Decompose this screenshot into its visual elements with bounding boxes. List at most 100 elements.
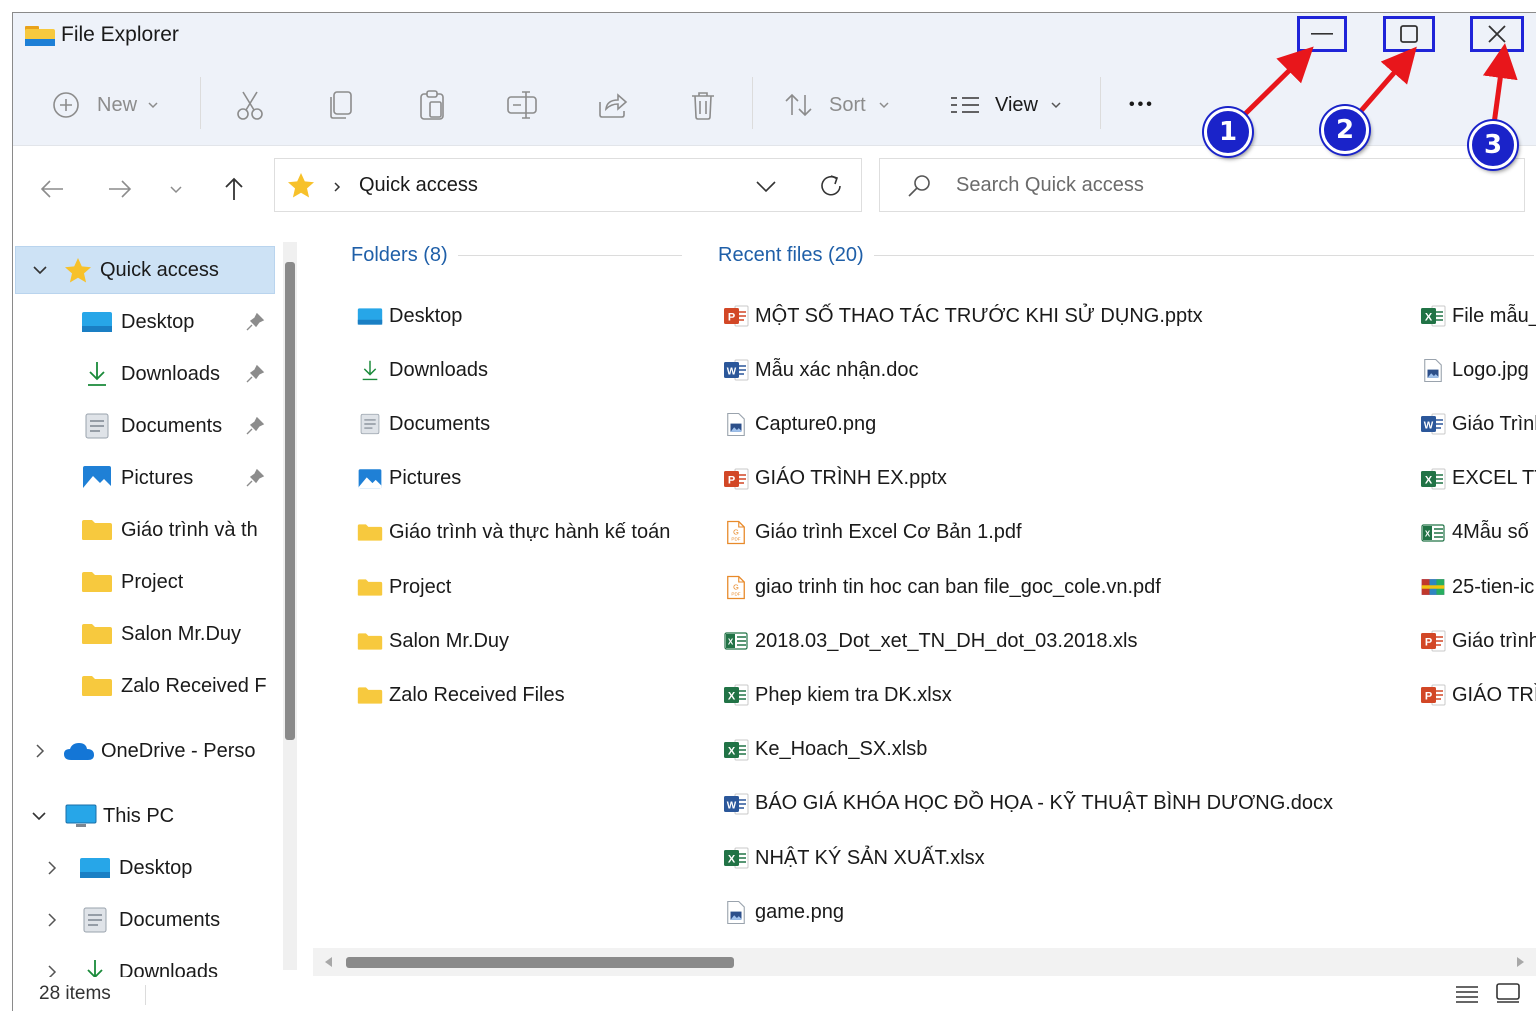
- horizontal-scrollbar-thumb[interactable]: [346, 957, 734, 968]
- recent-file-item[interactable]: W Giáo Trình: [1420, 404, 1536, 444]
- recent-file-item[interactable]: X Ke_Hoach_SX.xlsb: [723, 730, 927, 770]
- new-button[interactable]: New: [51, 87, 159, 123]
- pin-icon[interactable]: [245, 468, 265, 488]
- archive-icon: [1420, 575, 1446, 599]
- sidebar-item-folder[interactable]: Salon Mr.Duy: [81, 611, 273, 657]
- recent-file-item[interactable]: W BÁO GIÁ KHÓA HỌC ĐỒ HỌA - KỸ THUẬT BÌNH…: [723, 784, 1333, 824]
- sidebar-item-onedrive[interactable]: OneDrive - Perso: [15, 728, 273, 774]
- details-view-icon[interactable]: [1454, 984, 1480, 1004]
- forward-button[interactable]: [103, 172, 137, 206]
- up-button[interactable]: [217, 172, 251, 206]
- search-input[interactable]: Search Quick access: [956, 174, 1144, 197]
- paste-button[interactable]: [417, 87, 447, 123]
- excel-icon: X: [1420, 304, 1446, 328]
- file-explorer-icon: [25, 26, 55, 46]
- recent-file-item[interactable]: P MỘT SỐ THAO TÁC TRƯỚC KHI SỬ DỤNG.pptx: [723, 296, 1203, 336]
- folder-item[interactable]: Giáo trình và thực hành kế toán: [357, 513, 670, 553]
- recent-file-item[interactable]: X 2018.03_Dot_xet_TN_DH_dot_03.2018.xls: [723, 621, 1137, 661]
- scroll-right-arrow-icon[interactable]: [1517, 957, 1525, 967]
- search-box[interactable]: Search Quick access: [879, 158, 1525, 212]
- cut-button[interactable]: [235, 87, 265, 123]
- recent-files-group-header[interactable]: Recent files (20): [718, 244, 1534, 267]
- sidebar-item-folder[interactable]: Project: [81, 559, 273, 605]
- recent-locations-button[interactable]: [159, 172, 193, 206]
- scroll-left-arrow-icon[interactable]: [325, 957, 333, 967]
- folder-item[interactable]: Pictures: [357, 459, 461, 499]
- sidebar-item-this-pc[interactable]: This PC: [15, 793, 273, 839]
- recent-file-item[interactable]: W Mẫu xác nhận.doc: [723, 350, 918, 390]
- delete-button[interactable]: [689, 87, 717, 123]
- back-button[interactable]: [35, 172, 69, 206]
- copy-button[interactable]: [327, 87, 355, 123]
- item-name: Downloads: [389, 358, 488, 381]
- recent-file-item[interactable]: P GIÁO TRÌ: [1420, 675, 1536, 715]
- recent-file-item[interactable]: 25-tien-ic: [1420, 567, 1534, 607]
- address-bar[interactable]: Quick access: [274, 158, 862, 212]
- recent-file-item[interactable]: Capture0.png: [723, 404, 876, 444]
- share-button[interactable]: [597, 87, 629, 123]
- recent-file-item[interactable]: X File mẫu_: [1420, 296, 1536, 336]
- item-name: GIÁO TRÌNH EX.pptx: [755, 467, 947, 490]
- recent-file-item[interactable]: X Phep kiem tra DK.xlsx: [723, 675, 952, 715]
- ppt-icon: P: [723, 304, 749, 328]
- pin-icon[interactable]: [245, 364, 265, 384]
- folders-group-header[interactable]: Folders (8): [351, 244, 682, 267]
- svg-text:G: G: [733, 582, 739, 591]
- recent-file-item[interactable]: G PDF Giáo trình Excel Cơ Bản 1.pdf: [723, 513, 1022, 553]
- folder-item[interactable]: Zalo Received Files: [357, 675, 565, 715]
- view-button[interactable]: View: [949, 87, 1062, 123]
- folder-item[interactable]: Documents: [357, 404, 490, 444]
- svg-text:W: W: [727, 367, 737, 378]
- folder-item[interactable]: Project: [357, 567, 451, 607]
- maximize-button[interactable]: [1383, 16, 1435, 52]
- recent-file-item[interactable]: P Giáo trình: [1420, 621, 1536, 661]
- folder-item[interactable]: Desktop: [357, 296, 462, 336]
- svg-text:X: X: [1425, 529, 1431, 538]
- sidebar-item-pc-downloads[interactable]: Downloads: [47, 949, 273, 977]
- refresh-icon[interactable]: [818, 173, 844, 199]
- content-horizontal-scrollbar[interactable]: [313, 948, 1536, 976]
- recent-file-item[interactable]: Logo.jpg: [1420, 350, 1529, 390]
- sidebar-item-quick-access[interactable]: Quick access: [15, 246, 275, 294]
- item-name: Capture0.png: [755, 412, 877, 435]
- folder-icon: [82, 624, 112, 644]
- chevron-down-icon: [148, 102, 158, 109]
- recent-file-item[interactable]: G PDF giao trinh tin hoc can ban file_goc_…: [723, 567, 1161, 607]
- chevron-right-icon: [48, 861, 57, 875]
- sidebar-item-label: Documents: [121, 414, 223, 437]
- tiles-view-icon[interactable]: [1495, 982, 1521, 1004]
- svg-text:X: X: [728, 745, 736, 757]
- pin-icon[interactable]: [245, 416, 265, 436]
- minimize-button[interactable]: [1297, 16, 1347, 52]
- recent-file-item[interactable]: game.png: [723, 892, 844, 932]
- sidebar-item-folder[interactable]: Zalo Received F: [81, 663, 273, 709]
- item-name: Giáo trình và thực hành kế toán: [389, 521, 671, 544]
- svg-text:X: X: [728, 638, 734, 647]
- rename-button[interactable]: [505, 87, 539, 123]
- sidebar-item-folder[interactable]: Giáo trình và th: [81, 507, 273, 553]
- sidebar-item-label: Downloads: [119, 960, 218, 978]
- more-options-button[interactable]: •••: [1129, 87, 1155, 123]
- svg-text:P: P: [1425, 637, 1432, 649]
- folder-item[interactable]: Downloads: [357, 350, 488, 390]
- folder-item[interactable]: Salon Mr.Duy: [357, 621, 509, 661]
- sidebar-scrollbar[interactable]: [283, 242, 297, 970]
- ppt-icon: P: [723, 467, 749, 491]
- sidebar-scrollbar-thumb[interactable]: [285, 262, 295, 740]
- item-name: Salon Mr.Duy: [389, 629, 510, 652]
- recent-file-item[interactable]: X EXCEL TT: [1420, 459, 1536, 499]
- recent-file-item[interactable]: X NHẬT KÝ SẢN XUẤT.xlsx: [723, 838, 985, 878]
- recent-file-item[interactable]: X 4Mẫu số: [1420, 513, 1529, 553]
- item-name: Mẫu xác nhận.doc: [755, 358, 919, 381]
- minimize-icon: [1311, 33, 1333, 35]
- sort-button[interactable]: Sort: [783, 87, 890, 123]
- chevron-down-icon[interactable]: [755, 179, 777, 193]
- close-button[interactable]: [1470, 16, 1524, 52]
- item-name: Logo.jpg: [1452, 358, 1529, 381]
- status-bar: 28 items: [13, 977, 1536, 1011]
- group-divider: [873, 255, 1534, 256]
- sidebar-item-pc-documents[interactable]: Documents: [47, 897, 273, 943]
- pin-icon[interactable]: [245, 312, 265, 332]
- recent-file-item[interactable]: P GIÁO TRÌNH EX.pptx: [723, 459, 947, 499]
- sidebar-item-pc-desktop[interactable]: Desktop: [47, 845, 273, 891]
